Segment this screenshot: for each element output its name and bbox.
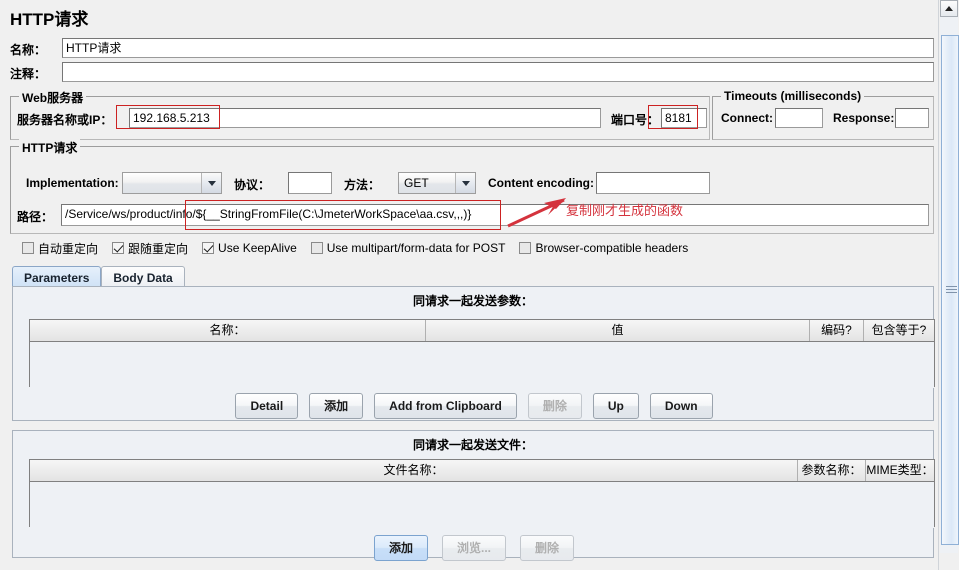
add-parameter-button[interactable]: 添加 [309, 393, 364, 419]
scroll-up-arrow-icon[interactable] [940, 0, 958, 17]
method-dropdown[interactable]: GET [398, 172, 476, 194]
timeouts-panel-title: Timeouts (milliseconds) [721, 89, 865, 103]
chevron-down-icon [455, 173, 475, 193]
checkbox-box-icon [519, 242, 532, 254]
parameters-table-body[interactable] [30, 342, 934, 388]
move-up-button[interactable]: Up [592, 393, 639, 419]
files-table[interactable]: 文件名称： 参数名称： MIME类型： [29, 459, 935, 528]
scrollbar-thumb[interactable] [941, 35, 959, 545]
options-checkbox-row: 自动重定向 跟随重定向 Use KeepAlive Use multipart/… [22, 238, 922, 258]
tab-bar: Parameters Body Data [12, 265, 185, 287]
checkbox-follow-redirect[interactable]: 跟随重定向 [112, 240, 188, 257]
parameters-table-header: 名称： 值 编码? 包含等于? [30, 320, 934, 342]
files-button-row: 添加 浏览... 删除 [13, 535, 935, 561]
path-input[interactable]: /Service/ws/product/info/${__StringFromF… [61, 204, 929, 226]
add-from-clipboard-button[interactable]: Add from Clipboard [374, 393, 517, 419]
response-timeout-label: Response: [833, 111, 895, 125]
comment-input[interactable] [62, 62, 934, 82]
method-value: GET [404, 176, 429, 190]
delete-file-button: 删除 [520, 535, 575, 561]
checkbox-label: 跟随重定向 [128, 241, 189, 256]
checkbox-checked-icon [112, 242, 125, 254]
checkbox-use-keepalive[interactable]: Use KeepAlive [202, 241, 297, 255]
column-header-file-name[interactable]: 文件名称： [30, 460, 798, 481]
jmeter-http-request-panel: HTTP请求 名称： HTTP请求 注释： Web服务器 服务器名称或IP： 1… [0, 0, 938, 570]
protocol-input[interactable] [288, 172, 332, 194]
http-request-panel-title: HTTP请求 [19, 139, 81, 156]
method-label: 方法： [344, 178, 381, 192]
files-table-body[interactable] [30, 482, 934, 528]
move-down-button[interactable]: Down [649, 393, 713, 419]
comment-row: 注释： [10, 62, 934, 84]
annotation-text: 复制刚才生成的函数 [566, 203, 684, 218]
files-panel: 同请求一起发送文件： 文件名称： 参数名称： MIME类型： 添加 浏览... … [12, 430, 935, 561]
port-input[interactable]: 8181 [661, 108, 707, 128]
files-table-header: 文件名称： 参数名称： MIME类型： [30, 460, 934, 482]
scrollbar-track[interactable] [940, 17, 959, 553]
connect-timeout-label: Connect: [721, 111, 773, 125]
server-name-label: 服务器名称或IP： [17, 113, 113, 127]
detail-button[interactable]: Detail [235, 393, 299, 419]
connect-timeout-input[interactable] [775, 108, 823, 128]
content-encoding-input[interactable] [596, 172, 710, 194]
response-timeout-input[interactable] [895, 108, 929, 128]
files-caption: 同请求一起发送文件： [412, 438, 533, 452]
delete-parameter-button: 删除 [527, 393, 582, 419]
scrollbar-grip-icon [946, 286, 957, 293]
checkbox-auto-redirect[interactable]: 自动重定向 [22, 240, 98, 257]
path-label: 路径： [17, 210, 54, 224]
parameters-table[interactable]: 名称： 值 编码? 包含等于? [29, 319, 935, 388]
tab-body-data[interactable]: Body Data [101, 266, 185, 287]
timeouts-panel: Timeouts (milliseconds) Connect: Respons… [712, 89, 934, 140]
checkbox-browser-compatible-headers[interactable]: Browser-compatible headers [519, 241, 688, 255]
browse-file-button: 浏览... [441, 535, 506, 561]
column-header-name[interactable]: 名称： [30, 320, 426, 341]
checkbox-label: 自动重定向 [38, 241, 99, 256]
column-header-encode[interactable]: 编码? [810, 320, 864, 341]
web-server-panel: Web服务器 服务器名称或IP： 192.168.5.213 端口号： 8181 [10, 89, 710, 140]
vertical-scrollbar[interactable] [938, 0, 959, 570]
parameters-button-row: Detail 添加 Add from Clipboard 删除 Up Down [13, 393, 935, 419]
implementation-dropdown[interactable] [122, 172, 222, 194]
checkbox-box-icon [310, 242, 323, 254]
name-input[interactable]: HTTP请求 [62, 38, 934, 58]
port-label: 端口号： [611, 113, 660, 127]
parameters-caption: 同请求一起发送参数： [412, 294, 533, 308]
column-header-mime-type[interactable]: MIME类型： [866, 460, 934, 481]
content-encoding-label: Content encoding: [488, 176, 594, 190]
chevron-down-icon [201, 173, 221, 193]
checkbox-label: Use KeepAlive [218, 241, 297, 255]
protocol-label: 协议： [234, 178, 271, 192]
column-header-value[interactable]: 值 [426, 320, 810, 341]
name-row: 名称： HTTP请求 [10, 38, 934, 60]
column-header-include-equals[interactable]: 包含等于? [864, 320, 934, 341]
checkbox-label: Browser-compatible headers [535, 241, 689, 255]
column-header-parameter-name[interactable]: 参数名称： [798, 460, 866, 481]
checkbox-checked-icon [202, 242, 215, 254]
checkbox-box-icon [22, 242, 34, 254]
checkbox-label: Use multipart/form-data for POST [326, 241, 506, 255]
parameters-panel: 同请求一起发送参数： 名称： 值 编码? 包含等于? Detail 添加 Add… [12, 286, 935, 421]
http-request-panel: HTTP请求 Implementation: 协议： 方法： GET Conte… [10, 139, 934, 234]
checkbox-use-multipart[interactable]: Use multipart/form-data for POST [310, 241, 506, 255]
web-server-panel-title: Web服务器 [19, 89, 87, 106]
add-file-button[interactable]: 添加 [373, 535, 428, 561]
name-label: 名称： [10, 43, 47, 57]
page-title: HTTP请求 [10, 10, 89, 29]
comment-label: 注释： [10, 67, 47, 81]
tab-parameters[interactable]: Parameters [12, 266, 102, 287]
annotation-arrow-icon [507, 198, 566, 228]
server-name-input[interactable]: 192.168.5.213 [129, 108, 601, 128]
implementation-label: Implementation: [26, 176, 119, 190]
